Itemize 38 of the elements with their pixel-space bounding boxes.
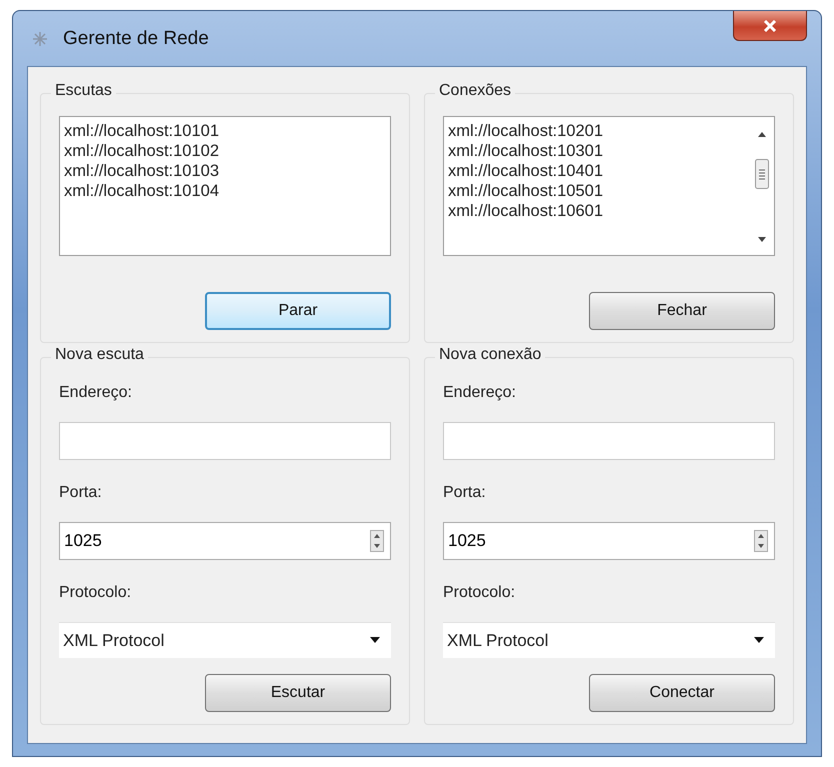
address-field[interactable]	[443, 422, 775, 460]
field-label: Endereço:	[443, 384, 517, 402]
window-title: Gerente de Rede	[63, 28, 209, 50]
field-label: Endereço:	[59, 384, 133, 402]
list-item[interactable]: xml://localhost:10401	[448, 161, 746, 181]
spin-arrows-icon[interactable]	[370, 530, 384, 552]
close-button[interactable]	[733, 11, 807, 41]
list-item[interactable]: xml://localhost:10201	[448, 121, 746, 141]
scroll-up-icon	[757, 131, 767, 137]
action-button[interactable]: Conectar	[589, 674, 775, 712]
field-label: Porta:	[443, 484, 487, 502]
list-item[interactable]: xml://localhost:10102	[64, 141, 386, 161]
list-item[interactable]: xml://localhost:10101	[64, 121, 386, 141]
protocol-dropdown[interactable]: XML Protocol	[59, 622, 391, 658]
close-icon	[763, 20, 777, 32]
caret-icon	[753, 637, 765, 644]
port-spinner[interactable]: 1025	[443, 522, 775, 560]
field-label: Porta:	[59, 484, 103, 502]
protocol-dropdown[interactable]: XML Protocol	[443, 622, 775, 658]
list-item[interactable]: xml://localhost:10301	[448, 141, 746, 161]
list-box[interactable]: xml://localhost:10201 xml://localhost:10301 xml://localhost:10401 xml://localhost:10501 xml://localhost:10601	[443, 116, 775, 256]
spin-arrows-icon[interactable]	[754, 530, 768, 552]
scroll-down-icon	[757, 237, 767, 243]
list-box[interactable]: xml://localhost:10101 xml://localhost:10102 xml://localhost:10103 xml://localhost:10104	[59, 116, 391, 256]
field-label: Protocolo:	[443, 584, 516, 602]
list-item[interactable]: xml://localhost:10104	[64, 181, 386, 201]
list-item[interactable]: xml://localhost:10601	[448, 201, 746, 221]
scroll-thumb[interactable]	[755, 159, 769, 189]
field-label: Protocolo:	[59, 584, 132, 602]
action-button[interactable]: Parar	[205, 292, 391, 330]
action-button[interactable]: Fechar	[589, 292, 775, 330]
list-item[interactable]: xml://localhost:10501	[448, 181, 746, 201]
port-spinner[interactable]: 1025	[59, 522, 391, 560]
caret-icon	[369, 637, 381, 644]
list-item[interactable]: xml://localhost:10103	[64, 161, 386, 181]
action-button[interactable]: Escutar	[205, 674, 391, 712]
address-field[interactable]	[59, 422, 391, 460]
app-icon	[31, 30, 49, 48]
